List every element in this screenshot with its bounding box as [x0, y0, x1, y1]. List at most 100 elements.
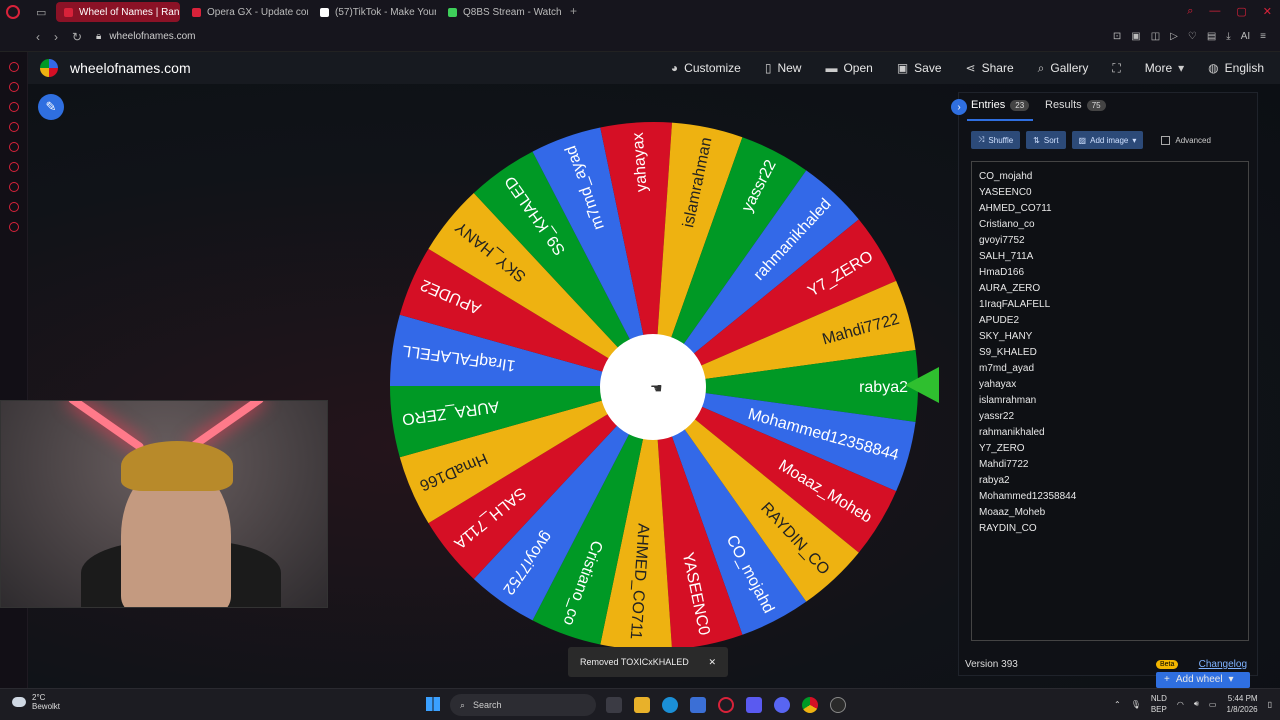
sort-icon: ⇅ — [1033, 135, 1040, 145]
sidebar-item-icon[interactable] — [8, 162, 19, 172]
discord-icon[interactable] — [774, 697, 790, 713]
tab-label: Q8BS Stream - Watch Live — [463, 6, 564, 18]
forward-icon[interactable]: › — [54, 30, 58, 44]
heart-icon[interactable]: ♡ — [1188, 31, 1197, 42]
maximize-icon[interactable]: ▢ — [1236, 5, 1246, 18]
tab-entries[interactable]: Entries 23 — [971, 99, 1030, 111]
entry-item: S9_KHALED — [979, 347, 1037, 358]
advanced-checkbox[interactable]: Advanced — [1161, 135, 1211, 145]
search-icon[interactable]: ⌕ — [1187, 5, 1193, 18]
sidebar-item-icon[interactable] — [8, 102, 19, 112]
chevron-down-icon[interactable]: ▾ — [1229, 672, 1234, 688]
volume-icon[interactable]: 🔊︎ — [1194, 699, 1199, 709]
edge-icon[interactable] — [662, 697, 678, 713]
entry-item: APUDE2 — [979, 315, 1020, 326]
share-button[interactable]: ⋖ Share — [966, 61, 1014, 75]
fullscreen-button[interactable]: ⛶ — [1112, 61, 1120, 76]
wheel-logo-icon[interactable] — [40, 59, 58, 77]
save-button[interactable]: ▣ Save — [897, 61, 942, 75]
clock[interactable]: 5:44 PM 1/8/2026 — [1226, 693, 1257, 715]
tab-label: Wheel of Names | Ran — [79, 6, 180, 18]
language-indicator[interactable]: NLD BEP — [1151, 693, 1167, 715]
add-image-button[interactable]: ▨ Add image ▾ — [1071, 131, 1144, 149]
vpn-icon[interactable]: ◫ — [1151, 31, 1160, 42]
changelog-link[interactable]: Changelog — [1199, 659, 1247, 670]
sort-button[interactable]: ⇅ Sort — [1026, 131, 1066, 149]
toast-text: Removed TOXICxKHALED — [580, 657, 689, 667]
gallery-button[interactable]: ⌕ Gallery — [1038, 61, 1089, 76]
bookmark-icon[interactable]: ⊡ — [1113, 31, 1121, 42]
tab-opera-update[interactable]: Opera GX - Update compl — [184, 2, 308, 22]
save-label: Save — [914, 61, 942, 75]
windows-start-icon[interactable] — [426, 697, 440, 711]
app-icon[interactable] — [746, 697, 762, 713]
streamer-cap — [121, 441, 233, 491]
wallet-icon[interactable]: ▤ — [1207, 31, 1216, 42]
open-button[interactable]: ▬ Open — [825, 61, 872, 75]
wheel-label: rabya2 — [859, 379, 908, 396]
taskbar-search[interactable]: ⌕ Search — [450, 694, 596, 716]
globe-icon: ◍ — [1208, 61, 1219, 75]
wheel[interactable]: CO_mojahd YASEENC0 AHMED_CO711 Cristiano_co… — [386, 118, 922, 654]
tab-kick-stream[interactable]: Q8BS Stream - Watch Live — [440, 2, 564, 22]
url-field[interactable]: wheelofnames.com — [109, 31, 195, 42]
main-area: ✎ CO_mojahd YASEENC0 AHMED_CO711 Cristiano_… — [0, 84, 1280, 688]
tab-wheel-of-names[interactable]: Wheel of Names | Ran — [56, 2, 180, 22]
toast-close-icon[interactable]: ✕ — [708, 657, 716, 668]
sidebar-item-icon[interactable] — [8, 82, 19, 92]
notifications-icon[interactable]: ▯ — [1268, 700, 1272, 709]
tab-list-icon[interactable]: ▭ — [36, 6, 46, 19]
entry-item: RAYDIN_CO — [979, 523, 1037, 534]
new-tab-icon[interactable]: + — [570, 4, 577, 18]
opera-gx-icon[interactable] — [6, 5, 20, 19]
sidebar-item-icon[interactable] — [8, 142, 19, 152]
weather-widget[interactable]: 2°C Bewolkt — [12, 693, 60, 711]
close-icon[interactable]: ✕ — [1263, 5, 1272, 18]
chevron-down-icon: ▾ — [1132, 135, 1137, 145]
download-icon[interactable]: ⤓ — [1226, 31, 1230, 42]
chrome-icon[interactable] — [802, 697, 818, 713]
battery-icon[interactable]: ▭ — [1209, 700, 1217, 709]
add-wheel-button[interactable]: + Add wheel ▾ — [1156, 672, 1250, 688]
new-button[interactable]: ▯ New — [765, 61, 802, 75]
screenshot-icon[interactable]: ▣ — [1131, 31, 1140, 42]
sidebar-item-icon[interactable] — [8, 202, 19, 212]
minimize-icon[interactable]: — — [1209, 5, 1220, 18]
customize-button[interactable]: ◕ Customize — [671, 61, 741, 75]
chevron-right-icon[interactable]: › — [951, 99, 967, 115]
sidebar-item-icon[interactable] — [8, 182, 19, 192]
sidebar-item-icon[interactable] — [8, 62, 19, 72]
reload-icon[interactable]: ↻ — [72, 30, 82, 44]
tab-label: Opera GX - Update compl — [207, 6, 308, 18]
chevron-up-icon[interactable]: ⌃ — [1114, 700, 1121, 709]
tab-tiktok[interactable]: (57)TikTok - Make Your D — [312, 2, 436, 22]
entries-textarea[interactable]: CO_mojahd YASEENC0 AHMED_CO711 Cristiano… — [971, 161, 1250, 688]
file-explorer-icon[interactable] — [634, 697, 650, 713]
sidebar-item-icon[interactable] — [8, 222, 19, 232]
back-icon[interactable]: ‹ — [36, 30, 40, 44]
edit-pencil-button[interactable]: ✎ — [38, 94, 64, 120]
sidebar-item-icon[interactable] — [8, 122, 19, 132]
task-view-icon[interactable] — [606, 697, 622, 713]
tab-results[interactable]: Results 75 — [1045, 99, 1106, 111]
entry-item: SALH_711A — [979, 251, 1034, 262]
beta-badge: Beta — [1156, 660, 1179, 669]
store-icon[interactable] — [690, 697, 706, 713]
language-code: NLD — [1150, 694, 1167, 703]
microphone-icon[interactable]: 🎙︎ — [1131, 700, 1141, 709]
checkbox-icon — [1161, 135, 1171, 145]
site-name[interactable]: wheelofnames.com — [70, 60, 191, 76]
shuffle-icon: ⤨ — [978, 135, 985, 144]
shuffle-button[interactable]: ⤨ Shuffle — [971, 131, 1021, 149]
browser-tab-bar: ▭ Wheel of Names | Ran Opera GX - Update… — [0, 0, 1280, 24]
chatgpt-icon[interactable] — [830, 697, 846, 713]
tab-label: (57)TikTok - Make Your D — [335, 6, 436, 18]
play-icon[interactable]: ▷ — [1170, 31, 1178, 42]
entry-item: SKY_HANY — [979, 331, 1033, 342]
opera-gx-taskbar-icon[interactable] — [718, 697, 734, 713]
menu-icon[interactable]: ≡ — [1260, 31, 1266, 42]
ai-icon[interactable]: AI — [1241, 31, 1250, 42]
wifi-icon[interactable]: ◠ — [1177, 700, 1184, 709]
more-button[interactable]: More ▾ — [1145, 61, 1184, 75]
language-button[interactable]: ◍ English — [1208, 61, 1264, 75]
